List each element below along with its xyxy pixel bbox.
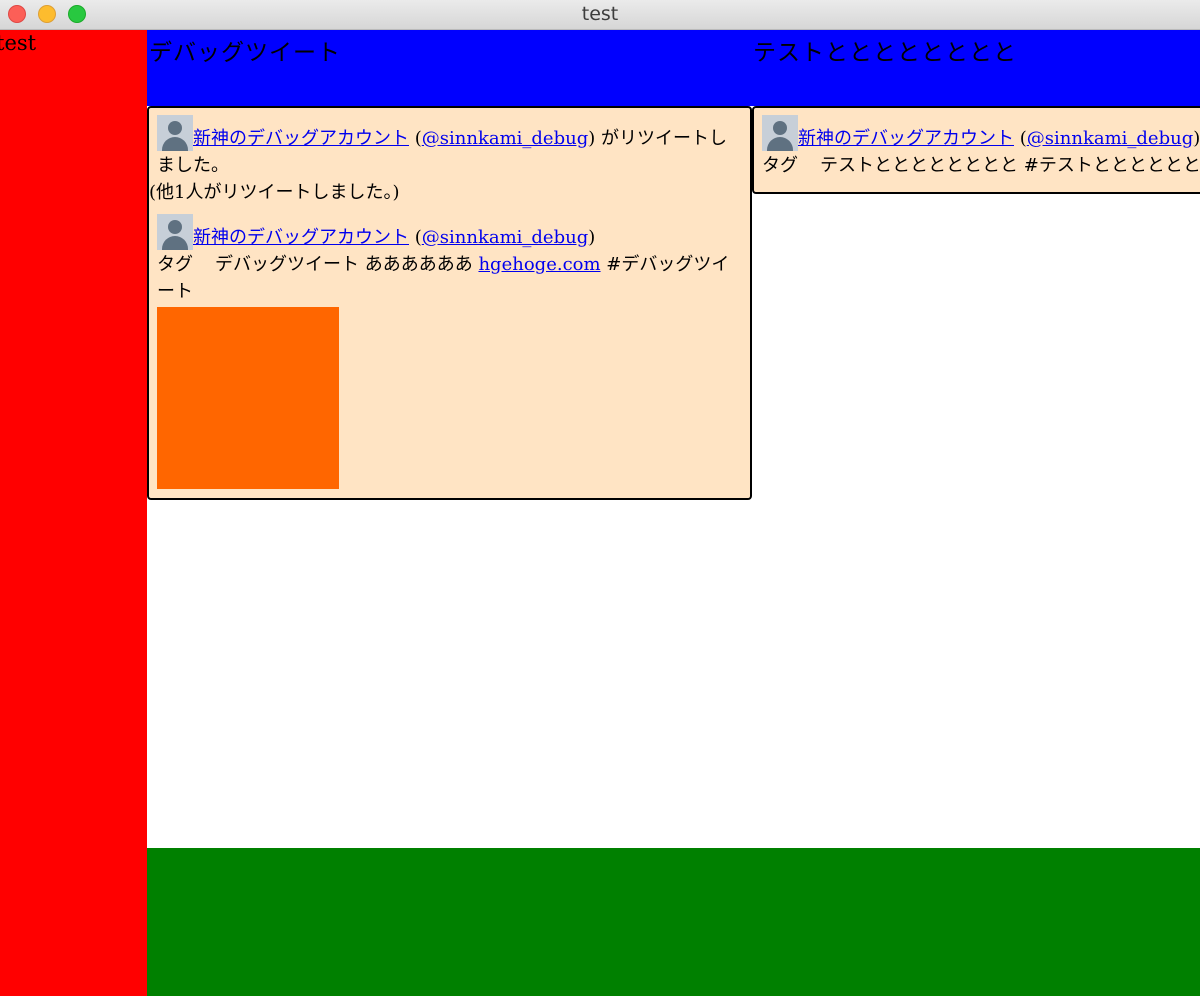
avatar-icon[interactable]: [157, 115, 193, 151]
column-title-debug: デバッグツイート: [149, 40, 341, 66]
hashtag[interactable]: #テストとととととととと: [1024, 155, 1200, 176]
window-title-bar: test: [0, 0, 1200, 30]
paren-close: ): [1193, 128, 1200, 149]
column-title-test: テストとととととととと: [753, 40, 1017, 66]
paren-open: (: [414, 227, 422, 248]
paren-close: ): [588, 227, 596, 248]
screen-name-link[interactable]: @sinnkami_debug: [422, 227, 588, 248]
tweet-text: テストとととととととと: [820, 155, 1018, 176]
tweet-body: タグ テストとととととととと #テストとととととととと: [762, 152, 1200, 179]
sidebar-label: test: [0, 31, 37, 55]
user-name-link[interactable]: 新神のデバッグアカウント: [798, 128, 1014, 149]
tag-label: タグ: [157, 254, 193, 275]
sidebar: test: [0, 30, 147, 996]
avatar-icon[interactable]: [157, 214, 193, 250]
screen-name-link[interactable]: @sinnkami_debug: [422, 128, 588, 149]
column-header-bar: デバッグツイート テストとととととととと: [147, 30, 1200, 106]
retweet-others-text: (他1人がリツイートしました。): [149, 182, 400, 203]
tweet-media-image[interactable]: [157, 307, 339, 489]
window-title: test: [581, 3, 619, 25]
tweet-card: 新神のデバッグアカウント (@sinnkami_debug) タグ テストとととと…: [752, 106, 1200, 194]
tweet-card: 新神のデバッグアカウント (@sinnkami_debug) がリツイートしまし…: [147, 106, 752, 500]
tweet-link[interactable]: hgehoge.com: [478, 254, 600, 275]
tag-label: タグ: [762, 155, 798, 176]
tweet-text: デバッグツイート ああああああ: [215, 254, 473, 275]
tweet-body: タグ デバッグツイート ああああああ hgehoge.com #デバッグツイート: [157, 251, 742, 305]
retweet-header: 新神のデバッグアカウント (@sinnkami_debug) がリツイートしまし…: [157, 115, 742, 179]
footer-bar: [147, 848, 1200, 996]
screen-name-link[interactable]: @sinnkami_debug: [1027, 128, 1193, 149]
paren-close: ): [588, 128, 596, 149]
paren-open: (: [414, 128, 422, 149]
avatar-icon[interactable]: [762, 115, 798, 151]
paren-open: (: [1019, 128, 1027, 149]
user-name-link[interactable]: 新神のデバッグアカウント: [193, 128, 409, 149]
tweet-header: 新神のデバッグアカウント (@sinnkami_debug): [762, 115, 1200, 152]
original-tweet-header: 新神のデバッグアカウント (@sinnkami_debug): [157, 214, 742, 251]
user-name-link[interactable]: 新神のデバッグアカウント: [193, 227, 409, 248]
